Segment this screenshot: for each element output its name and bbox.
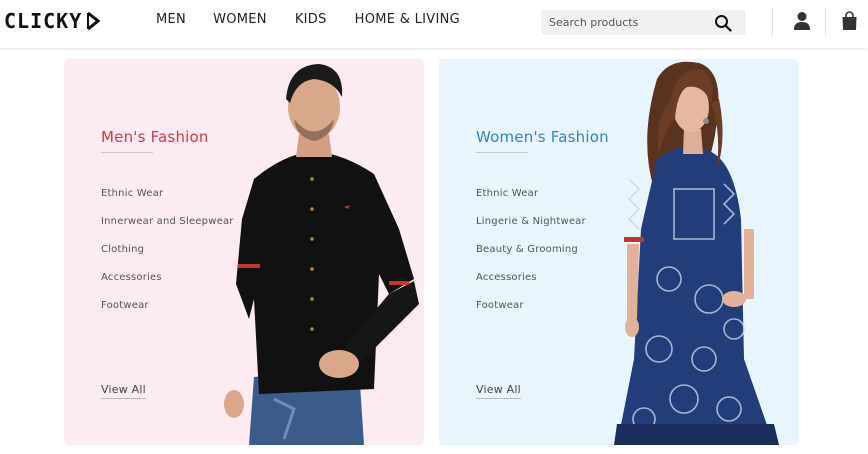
- category-link[interactable]: Accessories: [476, 271, 586, 299]
- nav-item-men[interactable]: MEN: [156, 12, 186, 27]
- category-list: Ethnic Wear Lingerie & Nightwear Beauty …: [476, 187, 586, 327]
- brand-name: CLICKY: [4, 9, 83, 33]
- title-underline: [476, 152, 528, 153]
- search-icon[interactable]: [714, 14, 732, 32]
- shopping-bag-icon[interactable]: [841, 11, 858, 31]
- search-bar: [541, 10, 746, 35]
- category-link[interactable]: Ethnic Wear: [476, 187, 586, 215]
- category-link[interactable]: Innerwear and Sleepwear: [101, 215, 234, 243]
- mens-model-image: [224, 64, 419, 445]
- top-header: CLICKY MEN WOMEN KIDS HOME & LIVING: [0, 0, 868, 48]
- category-link[interactable]: Accessories: [101, 271, 234, 299]
- category-link[interactable]: Clothing: [101, 243, 234, 271]
- category-link[interactable]: Footwear: [476, 299, 586, 327]
- header-divider: [772, 8, 773, 36]
- card-title: Women's Fashion: [476, 128, 609, 146]
- womens-fashion-card: Women's Fashion Ethnic Wear Lingerie & N…: [439, 59, 799, 445]
- title-underline: [101, 152, 153, 153]
- category-link[interactable]: Footwear: [101, 299, 234, 327]
- category-link[interactable]: Lingerie & Nightwear: [476, 215, 586, 243]
- search-input[interactable]: [541, 10, 706, 35]
- play-arrow-icon: [87, 12, 101, 30]
- category-link[interactable]: Beauty & Grooming: [476, 243, 586, 271]
- card-title: Men's Fashion: [101, 128, 209, 146]
- header-divider: [825, 8, 826, 36]
- category-list: Ethnic Wear Innerwear and Sleepwear Clot…: [101, 187, 234, 327]
- brand-logo[interactable]: CLICKY: [4, 9, 101, 33]
- user-icon[interactable]: [793, 11, 811, 31]
- category-link[interactable]: Ethnic Wear: [101, 187, 234, 215]
- womens-model-image: [614, 61, 779, 445]
- nav-item-kids[interactable]: KIDS: [295, 12, 327, 27]
- nav-item-home-living[interactable]: HOME & LIVING: [355, 12, 460, 27]
- main-nav: MEN WOMEN KIDS HOME & LIVING: [156, 12, 460, 27]
- view-all-link[interactable]: View All: [476, 383, 521, 399]
- view-all-link[interactable]: View All: [101, 383, 146, 399]
- mens-fashion-card: Men's Fashion Ethnic Wear Innerwear and …: [64, 59, 424, 445]
- nav-item-women[interactable]: WOMEN: [213, 12, 267, 27]
